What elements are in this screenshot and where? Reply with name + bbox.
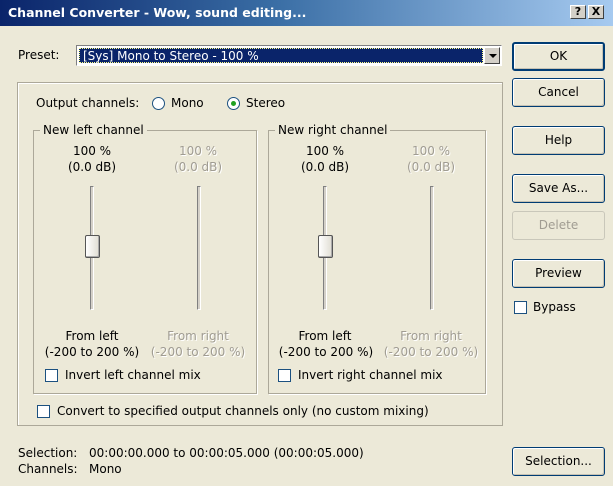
right-from-left-value-pct: 100 % bbox=[305, 144, 345, 158]
left-from-right-value-db: (0.0 dB) bbox=[173, 160, 223, 174]
selection-status-label: Selection: bbox=[18, 446, 78, 460]
left-from-left-label: From left bbox=[65, 329, 119, 343]
right-from-left-range: (-200 to 200 %) bbox=[278, 345, 374, 359]
title-bar[interactable]: Channel Converter - Wow, sound editing..… bbox=[0, 0, 613, 26]
right-from-right-range: (-200 to 200 %) bbox=[383, 345, 479, 359]
left-from-right-label: From right bbox=[167, 329, 229, 343]
selection-button[interactable]: Selection... bbox=[512, 447, 605, 476]
channels-status-label: Channels: bbox=[18, 462, 78, 476]
preset-dropdown[interactable]: [Sys] Mono to Stereo - 100 % bbox=[76, 45, 502, 66]
new-right-channel-title: New right channel bbox=[275, 123, 391, 137]
right-from-left-value-db: (0.0 dB) bbox=[300, 160, 350, 174]
invert-left-label: Invert left channel mix bbox=[65, 368, 201, 382]
bypass-checkbox[interactable] bbox=[514, 301, 527, 314]
invert-left-checkbox[interactable] bbox=[45, 369, 58, 382]
left-from-right-range: (-200 to 200 %) bbox=[150, 345, 246, 359]
left-from-left-value-db: (0.0 dB) bbox=[67, 160, 117, 174]
right-from-left-slider-thumb[interactable] bbox=[318, 235, 333, 258]
stereo-radio-label: Stereo bbox=[246, 96, 286, 110]
preview-button[interactable]: Preview bbox=[512, 259, 605, 288]
output-channels-label: Output channels: bbox=[36, 96, 140, 110]
chevron-down-icon[interactable] bbox=[484, 47, 500, 64]
right-from-left-label: From left bbox=[298, 329, 352, 343]
left-from-right-value-pct: 100 % bbox=[178, 144, 218, 158]
mono-radio-label: Mono bbox=[171, 96, 204, 110]
delete-button[interactable]: Delete bbox=[512, 211, 605, 240]
preset-selected-value: [Sys] Mono to Stereo - 100 % bbox=[79, 48, 483, 63]
help-title-button[interactable]: ? bbox=[570, 5, 586, 19]
new-left-channel-title: New left channel bbox=[40, 123, 147, 137]
help-button[interactable]: Help bbox=[512, 126, 605, 155]
save-as-button[interactable]: Save As... bbox=[512, 174, 605, 203]
window-title: Channel Converter - Wow, sound editing..… bbox=[8, 5, 307, 20]
invert-right-checkbox[interactable] bbox=[278, 369, 291, 382]
convert-only-checkbox[interactable] bbox=[37, 405, 50, 418]
left-from-left-value-pct: 100 % bbox=[72, 144, 112, 158]
mono-radio[interactable] bbox=[152, 97, 165, 110]
selection-status-value: 00:00:00.000 to 00:00:05.000 (00:00:05.0… bbox=[89, 446, 364, 460]
right-from-right-value-db: (0.0 dB) bbox=[406, 160, 456, 174]
channels-status-value: Mono bbox=[89, 462, 122, 476]
cancel-button[interactable]: Cancel bbox=[512, 78, 605, 107]
ok-button[interactable]: OK bbox=[512, 42, 605, 71]
left-from-left-slider-thumb[interactable] bbox=[85, 235, 100, 258]
right-from-right-label: From right bbox=[400, 329, 462, 343]
right-from-right-slider-track[interactable] bbox=[430, 186, 434, 310]
left-from-left-range: (-200 to 200 %) bbox=[44, 345, 140, 359]
right-from-right-value-pct: 100 % bbox=[411, 144, 451, 158]
invert-right-label: Invert right channel mix bbox=[298, 368, 443, 382]
close-title-button[interactable]: X bbox=[588, 5, 604, 19]
left-from-right-slider-track[interactable] bbox=[197, 186, 201, 310]
convert-only-label: Convert to specified output channels onl… bbox=[57, 404, 429, 418]
preset-label: Preset: bbox=[18, 48, 60, 62]
stereo-radio[interactable] bbox=[227, 97, 240, 110]
bypass-label: Bypass bbox=[533, 300, 576, 314]
